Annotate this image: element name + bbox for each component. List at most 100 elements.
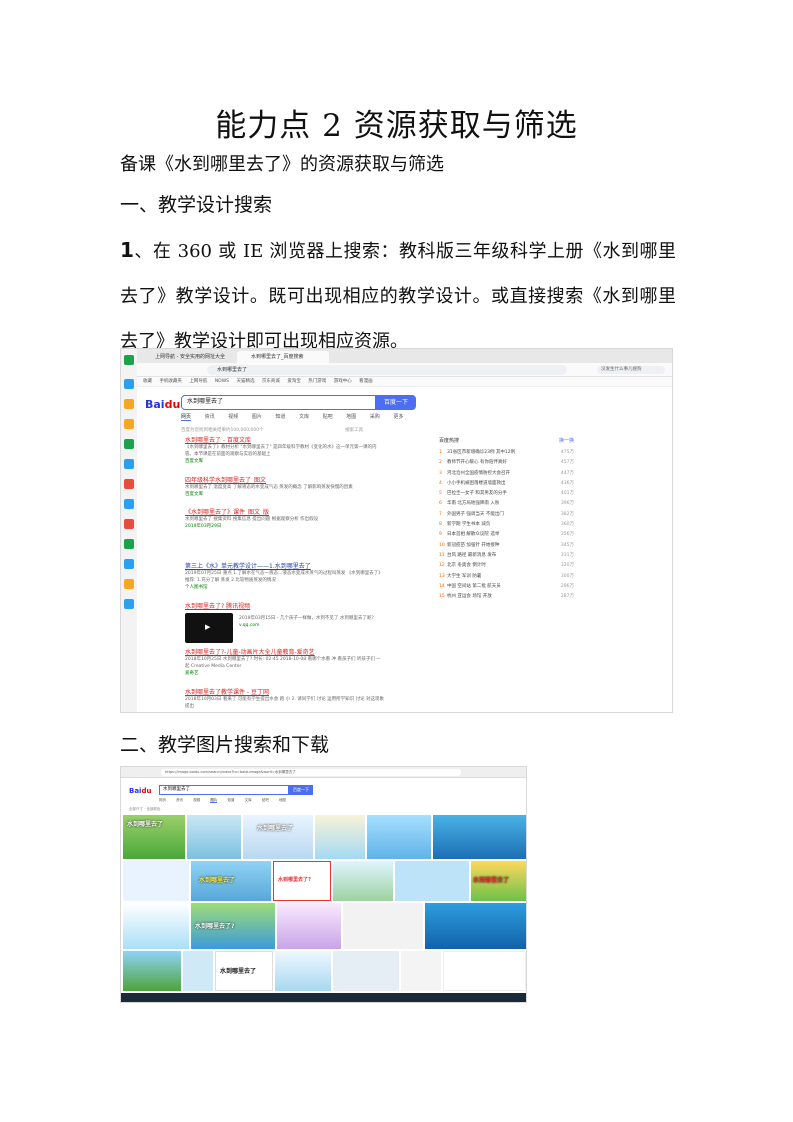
- refresh-button[interactable]: 换一换: [559, 437, 574, 444]
- tab-navigation[interactable]: 上网导航 - 安全实用的网址大全: [141, 351, 233, 363]
- hot-search-item[interactable]: 14 中国 空间站 第二批 航天员 296万: [439, 582, 574, 592]
- image-tile[interactable]: [123, 951, 181, 991]
- baidu-logo[interactable]: Baidu: [129, 787, 151, 795]
- hot-search-item[interactable]: 13 大学生 军训 防暑 300万: [439, 572, 574, 582]
- image-tile[interactable]: 水到哪里去了?: [191, 903, 275, 949]
- hot-search-item[interactable]: 12 北京 冬奥会 倒计时 320万: [439, 561, 574, 571]
- image-tile[interactable]: 水到哪里去了: [243, 815, 313, 859]
- search-result: 第三上《水》单元教学设计——1.水到哪里去了 2019年07月25日 重点 1.…: [185, 563, 385, 591]
- image-tile[interactable]: 水到哪里去了: [215, 951, 273, 991]
- bookmark-item[interactable]: NOWS: [215, 379, 229, 384]
- nav-tab[interactable]: 采购: [370, 414, 380, 420]
- hot-search-item[interactable]: 15 杭州 亚运会 场馆 开放 287万: [439, 592, 574, 602]
- nav-tab[interactable]: 视频: [228, 414, 238, 420]
- bookmark-item[interactable]: 游戏中心: [334, 379, 352, 384]
- image-tile[interactable]: [333, 861, 393, 901]
- image-tile[interactable]: 水到哪里去了: [471, 861, 526, 901]
- image-tile[interactable]: [343, 903, 423, 949]
- browser-search-box[interactable]: 没发生什么事儿搜狗: [597, 366, 665, 374]
- nav-tab[interactable]: 图片: [252, 414, 262, 420]
- nav-tab[interactable]: 资讯: [205, 414, 215, 420]
- tab-search[interactable]: 水到哪里去了_百度搜索: [237, 351, 329, 363]
- image-tile[interactable]: [183, 951, 213, 991]
- image-tile[interactable]: [123, 903, 189, 949]
- hot-text: 大学生 军训 防暑: [447, 573, 482, 579]
- result-count: 百度为您找到相关结果约100,000,000个 搜索工具: [181, 427, 363, 433]
- hot-search-item[interactable]: 8 新学期 学生书本 减负 360万: [439, 520, 574, 530]
- hot-search-item[interactable]: 3 河北沧州全国疫情防控大会召开 447万: [439, 469, 574, 479]
- baidu-logo[interactable]: Baidu: [145, 398, 180, 411]
- bookmark-item[interactable]: 手机收藏夹: [159, 379, 182, 384]
- hot-search-item[interactable]: 4 小小手机被困落楼道墙面救出 436万: [439, 479, 574, 489]
- result-title[interactable]: 《水到哪里去了》课件_图文_版: [185, 509, 385, 516]
- hot-search-item[interactable]: 2 教师节开心暖心 有你陪伴真好 457万: [439, 458, 574, 468]
- hot-text: 教师节开心暖心 有你陪伴真好: [447, 460, 507, 466]
- address-bar[interactable]: https://image.baidu.com/search/index?tn=…: [161, 769, 461, 776]
- document-subtitle: 备课《水到哪里去了》的资源获取与筛选: [120, 154, 444, 175]
- image-tile[interactable]: 水到哪里去了: [123, 815, 185, 859]
- search-button[interactable]: 百度一下: [376, 395, 416, 410]
- bookmark-item[interactable]: 爱淘宝: [287, 379, 301, 384]
- nav-tab[interactable]: 网页: [181, 414, 192, 421]
- search-input[interactable]: 水到哪里去了: [159, 785, 289, 795]
- search-input[interactable]: 水到哪里去了: [181, 395, 376, 410]
- image-tile[interactable]: [433, 815, 526, 859]
- search-button[interactable]: 百度一下: [289, 785, 313, 795]
- hot-search-item[interactable]: 6 华南 北方局地强降雨 入秋 396万: [439, 499, 574, 509]
- hot-search-item[interactable]: 7 外国男子 强调当天 不能出门 382万: [439, 510, 574, 520]
- nav-tab[interactable]: 贴吧: [323, 414, 333, 420]
- result-title[interactable]: 水到哪里去了?-儿童-动画片大全儿童教育-爱奇艺: [185, 649, 385, 656]
- result-title[interactable]: 第三上《水》单元教学设计——1.水到哪里去了: [185, 563, 385, 570]
- bookmark-item[interactable]: 京东商城: [262, 379, 280, 384]
- nav-tab[interactable]: 更多: [393, 414, 403, 420]
- image-tile[interactable]: [275, 951, 331, 991]
- bookmark-item[interactable]: 天猫精选: [236, 379, 254, 384]
- image-tile[interactable]: 水到哪里去了?: [273, 861, 331, 901]
- hot-search-item[interactable]: 11 台风 路径 最新消息 发布 331万: [439, 551, 574, 561]
- nav-tab[interactable]: 文库: [245, 798, 252, 802]
- video-thumbnail[interactable]: [185, 613, 233, 643]
- search-tools[interactable]: 搜索工具: [345, 428, 363, 433]
- bookmark-item[interactable]: 上网导航: [189, 379, 207, 384]
- image-tile[interactable]: [123, 861, 189, 901]
- bookmark-item[interactable]: 看漫画: [359, 379, 373, 384]
- bookmark-item[interactable]: 热门游戏: [308, 379, 326, 384]
- result-title[interactable]: 四年级科学水到哪里去了_图文: [185, 477, 385, 484]
- hot-text: 外国男子 强调当天 不能出门: [447, 511, 504, 517]
- hot-search-item[interactable]: 10 新冠疫苗 加强针 开始接种 345万: [439, 541, 574, 551]
- nav-tab[interactable]: 资讯: [176, 798, 183, 802]
- hot-text: 巴拉圭一女子 和其男友的分手: [447, 491, 507, 497]
- image-tile[interactable]: [401, 951, 441, 991]
- nav-tab[interactable]: 地图: [346, 414, 356, 420]
- hot-search-item[interactable]: 1 31省区市新增确诊23例 其中12例 475万: [439, 448, 574, 458]
- image-tile[interactable]: [315, 815, 365, 859]
- nav-tab[interactable]: 网页: [159, 798, 166, 802]
- nav-tab[interactable]: 知道: [275, 414, 285, 420]
- result-title[interactable]: 水到哪里去了 - 百度文库: [185, 437, 385, 444]
- nav-tab[interactable]: 视频: [193, 798, 200, 802]
- filter-bar[interactable]: 全部尺寸 · 全部颜色: [129, 807, 160, 812]
- nav-tab[interactable]: 图片: [210, 798, 218, 803]
- image-tile[interactable]: [395, 861, 469, 901]
- hot-rank: 15: [439, 594, 445, 600]
- nav-tab[interactable]: 知道: [228, 798, 235, 802]
- hot-search-item[interactable]: 5 巴拉圭一女子 和其男友的分手 401万: [439, 489, 574, 499]
- address-bar[interactable]: 水到哪里去了: [207, 365, 567, 375]
- nav-tab[interactable]: 贴吧: [262, 798, 269, 802]
- hot-text: 日本首相 解散众议院 选举: [447, 532, 500, 538]
- image-tile[interactable]: [277, 903, 341, 949]
- hot-search-item[interactable]: 9 日本首相 解散众议院 选举 356万: [439, 530, 574, 540]
- image-tile[interactable]: 水到哪里去了: [191, 861, 271, 901]
- image-tile[interactable]: [187, 815, 241, 859]
- nav-tab[interactable]: 文库: [299, 414, 309, 420]
- image-tile[interactable]: [367, 815, 431, 859]
- hot-rank: 14: [439, 583, 445, 589]
- bookmark-item[interactable]: 收藏: [143, 379, 152, 384]
- hot-value: 320万: [560, 563, 574, 569]
- nav-tab[interactable]: 地图: [279, 798, 286, 802]
- image-tile[interactable]: [333, 951, 399, 991]
- result-title[interactable]: 水到哪里去了? 腾讯视频: [185, 603, 385, 610]
- image-tile[interactable]: [425, 903, 526, 949]
- image-tile[interactable]: [443, 951, 526, 991]
- result-title[interactable]: 水到哪里去了教学课件 - 豆丁网: [185, 689, 385, 696]
